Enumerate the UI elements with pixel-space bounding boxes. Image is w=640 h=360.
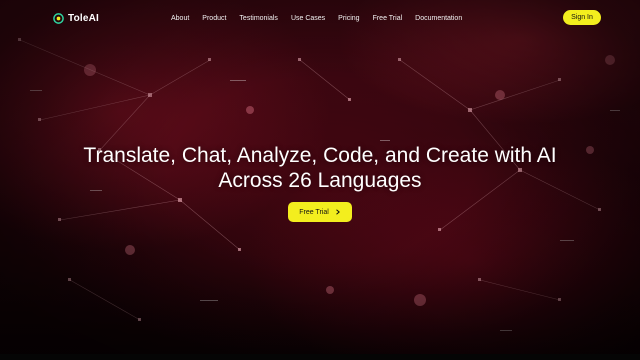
brand-name: ToleAI [68,12,100,24]
chevron-right-icon [335,209,340,215]
sign-in-button[interactable]: Sign In [563,10,601,25]
cta-label: Free Trial [299,208,329,216]
nav-link-documentation[interactable]: Documentation [415,15,462,22]
brand-logo[interactable]: ToleAI [53,10,99,26]
nav-links: About Product Testimonials Use Cases Pri… [171,12,462,24]
tole-logo-icon [53,12,64,24]
nav-link-about[interactable]: About [171,15,189,22]
hero-headline-line-1: Translate, Chat, Analyze, Code, and Crea… [83,144,557,167]
bottom-strip [0,354,640,360]
nav-link-testimonials[interactable]: Testimonials [239,15,278,22]
nav-link-product[interactable]: Product [202,15,226,22]
hero-headline: Translate, Chat, Analyze, Code, and Crea… [20,143,620,193]
hero-headline-line-2: Across 26 Languages [218,169,422,192]
top-navigation: ToleAI About Product Testimonials Use Ca… [0,0,640,36]
free-trial-cta-button[interactable]: Free Trial [288,202,352,222]
nav-link-pricing[interactable]: Pricing [338,15,359,22]
nav-link-free-trial[interactable]: Free Trial [373,15,403,22]
nav-link-use-cases[interactable]: Use Cases [291,15,325,22]
